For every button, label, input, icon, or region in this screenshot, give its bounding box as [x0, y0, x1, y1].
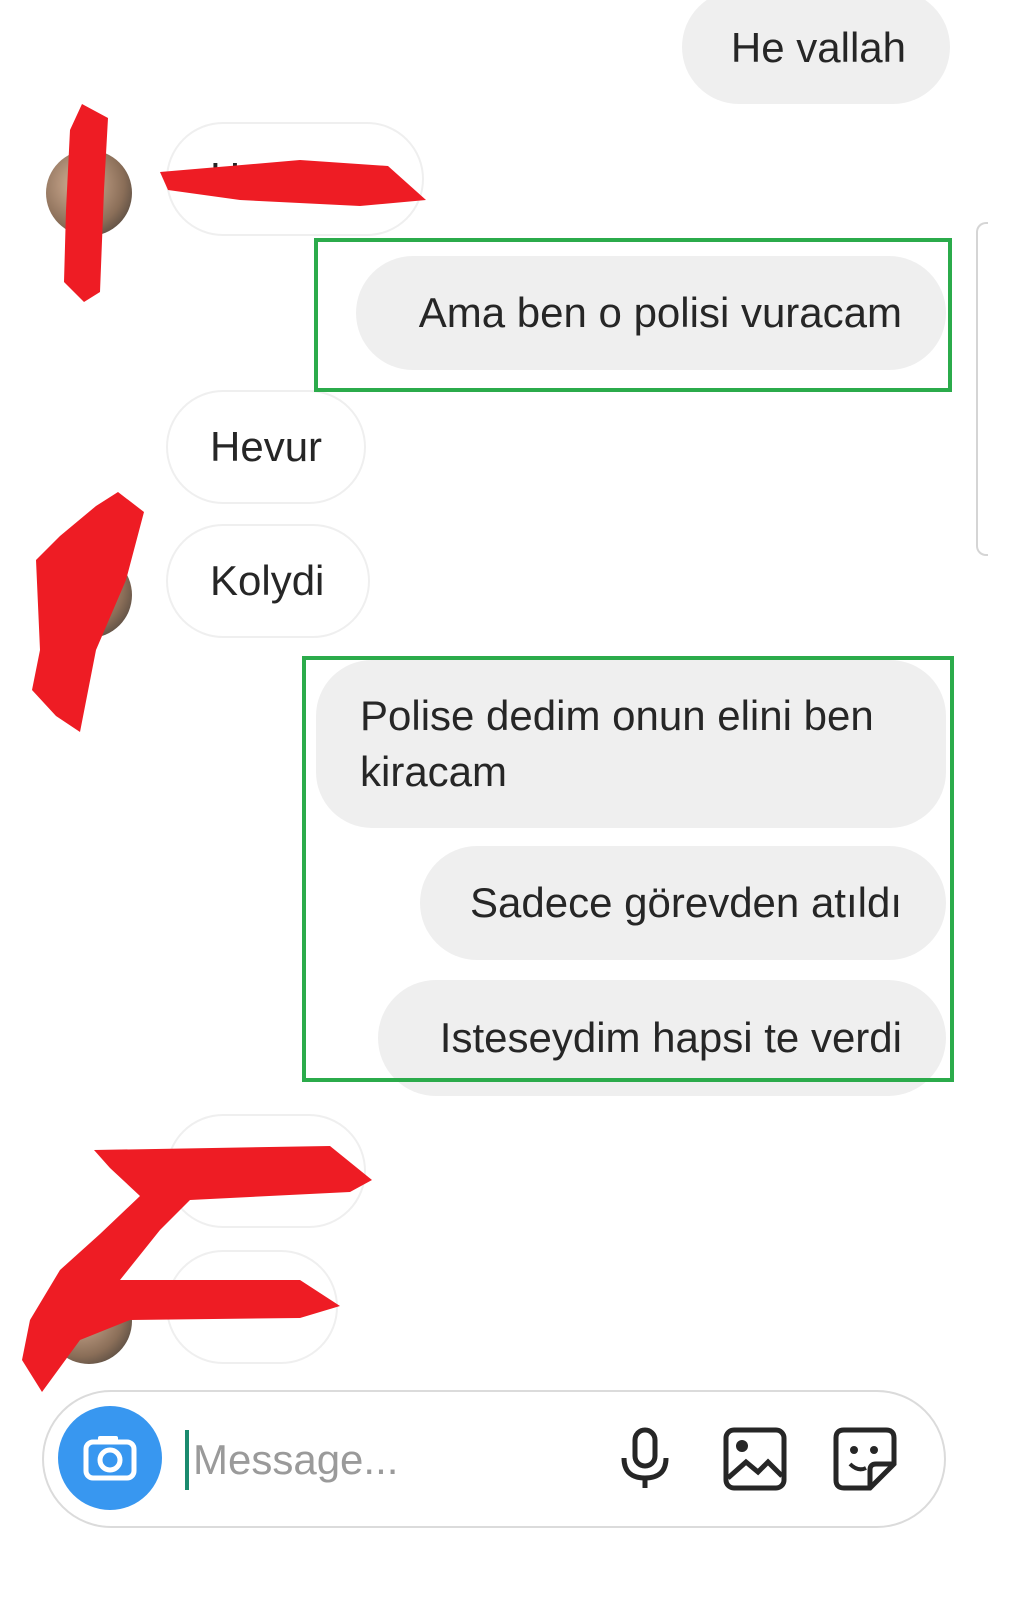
incoming-message[interactable] — [166, 1250, 338, 1364]
incoming-message[interactable]: H — [166, 122, 424, 236]
microphone-button[interactable] — [610, 1424, 680, 1494]
scrollbar[interactable] — [976, 222, 988, 556]
message-text: Kolydi — [210, 557, 325, 604]
highlight-box — [314, 238, 952, 392]
avatar[interactable] — [46, 552, 132, 638]
message-input[interactable] — [185, 1430, 613, 1490]
highlight-box — [302, 656, 954, 1082]
incoming-message[interactable]: Kolydi — [166, 524, 370, 638]
gallery-icon — [723, 1427, 787, 1491]
gallery-button[interactable] — [720, 1424, 790, 1494]
avatar[interactable] — [46, 150, 132, 236]
sticker-icon — [833, 1427, 897, 1491]
camera-icon — [83, 1436, 137, 1481]
camera-button[interactable] — [58, 1406, 162, 1510]
message-text: H — [210, 154, 241, 201]
microphone-icon — [621, 1427, 669, 1488]
incoming-message[interactable] — [166, 1114, 366, 1228]
outgoing-message[interactable]: He vallah — [682, 0, 950, 104]
message-text: He vallah — [730, 24, 906, 71]
message-text: Hevur — [210, 423, 323, 470]
incoming-message[interactable]: Hevur — [166, 390, 366, 504]
sticker-button[interactable] — [830, 1424, 900, 1494]
avatar[interactable] — [46, 1278, 132, 1364]
